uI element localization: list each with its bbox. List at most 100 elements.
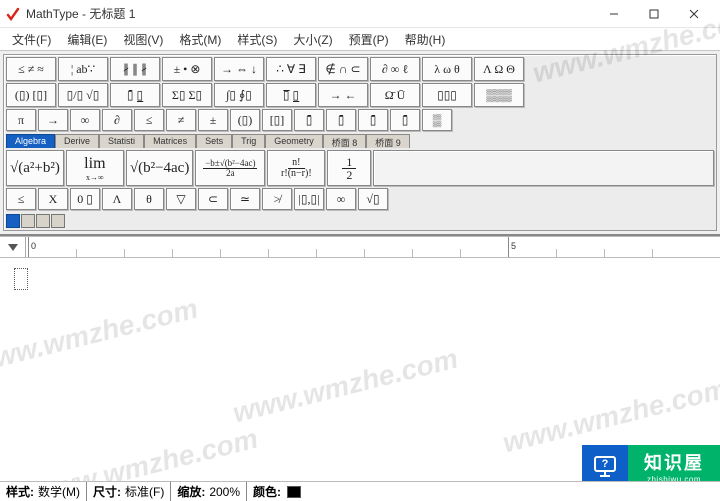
fav-bracket[interactable]: [▯] bbox=[262, 109, 292, 131]
r5-sub[interactable]: ⊂ bbox=[198, 188, 228, 210]
tab-geometry[interactable]: Geometry bbox=[265, 134, 323, 148]
mini-tab-3[interactable] bbox=[36, 214, 50, 228]
fav-inf[interactable]: ∞ bbox=[70, 109, 100, 131]
expr-half[interactable]: 1 2 bbox=[327, 150, 371, 186]
mini-tab-4[interactable] bbox=[51, 214, 65, 228]
tab-sets[interactable]: Sets bbox=[196, 134, 232, 148]
menu-view[interactable]: 视图(V) bbox=[115, 29, 171, 50]
palette-row-3: π → ∞ ∂ ≤ ≠ ± (▯) [▯] ▯̄ ▯̄ ▯̄ ▯̄ ▒ bbox=[6, 109, 714, 131]
status-zoom[interactable]: 缩放: 200% bbox=[171, 482, 247, 501]
fav-pi[interactable]: π bbox=[6, 109, 36, 131]
r5-zero[interactable]: 0 ▯ bbox=[70, 188, 100, 210]
tmpl-integral[interactable]: ∫▯ ∮▯ bbox=[214, 83, 264, 107]
menu-edit[interactable]: 编辑(E) bbox=[59, 29, 115, 50]
ruler-tick bbox=[220, 249, 221, 257]
palette-row-2: (▯) [▯] ▯/▯ √▯ ▯̄ ▯̲ Σ▯ Σ▯ ∫▯ ∮▯ ▯̅ ▯̲ →… bbox=[6, 83, 714, 107]
mini-tab-1[interactable] bbox=[6, 214, 20, 228]
tab-matrices[interactable]: Matrices bbox=[144, 134, 196, 148]
r5-x[interactable]: X bbox=[38, 188, 68, 210]
menu-format[interactable]: 格式(M) bbox=[171, 29, 229, 50]
insertion-slot[interactable] bbox=[14, 268, 28, 290]
app-window: MathType - 无标题 1 文件(F) 编辑(E) 视图(V) 格式(M)… bbox=[0, 0, 720, 501]
fav-le[interactable]: ≤ bbox=[134, 109, 164, 131]
minimize-button[interactable] bbox=[594, 1, 634, 27]
fav-sup1[interactable]: ▯̄ bbox=[294, 109, 324, 131]
math-text: lim bbox=[84, 155, 105, 173]
menu-help[interactable]: 帮助(H) bbox=[397, 29, 454, 50]
menu-size[interactable]: 大小(Z) bbox=[285, 29, 340, 50]
ruler-tick bbox=[556, 249, 557, 257]
title-bar: MathType - 无标题 1 bbox=[0, 0, 720, 28]
fav-arrow[interactable]: → bbox=[38, 109, 68, 131]
menu-bar: 文件(F) 编辑(E) 视图(V) 格式(M) 样式(S) 大小(Z) 预置(P… bbox=[0, 28, 720, 50]
expr-disc[interactable]: √(b²−4ac) bbox=[126, 150, 194, 186]
ruler-scale[interactable] bbox=[26, 237, 720, 257]
r5-ngtr[interactable]: ≯ bbox=[262, 188, 292, 210]
ruler-origin[interactable] bbox=[0, 237, 26, 257]
r5-root[interactable]: √▯ bbox=[358, 188, 388, 210]
tmpl-prod-set[interactable]: Ω̄ Ū bbox=[370, 83, 420, 107]
fav-sup2[interactable]: ▯̄ bbox=[326, 109, 356, 131]
sym-logic[interactable]: ∴ ∀ ∃ bbox=[266, 57, 316, 81]
tmpl-overbar[interactable]: ▯̅ ▯̲ bbox=[266, 83, 316, 107]
expr-pythag[interactable]: √(a²+b²) bbox=[6, 150, 64, 186]
tab-trig[interactable]: Trig bbox=[232, 134, 265, 148]
sym-greek-upper[interactable]: Λ Ω Θ bbox=[474, 57, 524, 81]
sym-embellish[interactable]: ∦ ∥ ∦ bbox=[110, 57, 160, 81]
expr-empty[interactable] bbox=[373, 150, 714, 186]
frac-den: r!(n−r)! bbox=[281, 169, 312, 179]
fav-partial[interactable]: ∂ bbox=[102, 109, 132, 131]
fav-ne[interactable]: ≠ bbox=[166, 109, 196, 131]
toolbar-area: ≤ ≠ ≈ ¦ ab∵ ∦ ∥ ∦ ± • ⊗ → ⇔ ↓ ∴ ∀ ∃ ∉ ∩ … bbox=[0, 50, 720, 236]
r5-inf[interactable]: ∞ bbox=[326, 188, 356, 210]
ruler-tick-0 bbox=[28, 237, 29, 257]
fav-paren[interactable]: (▯) bbox=[230, 109, 260, 131]
maximize-button[interactable] bbox=[634, 1, 674, 27]
fav-pm[interactable]: ± bbox=[198, 109, 228, 131]
r5-theta[interactable]: θ bbox=[134, 188, 164, 210]
tmpl-fences[interactable]: (▯) [▯] bbox=[6, 83, 56, 107]
sym-greek-lower[interactable]: λ ω θ bbox=[422, 57, 472, 81]
menu-file[interactable]: 文件(F) bbox=[4, 29, 59, 50]
ruler-tick bbox=[316, 249, 317, 257]
expr-binom[interactable]: n! r!(n−r)! bbox=[267, 150, 325, 186]
tab-extra-8[interactable]: 桥面 8 bbox=[323, 134, 367, 148]
tmpl-boxes[interactable]: ▒▒▒ bbox=[474, 83, 524, 107]
tmpl-frac-root[interactable]: ▯/▯ √▯ bbox=[58, 83, 108, 107]
r5-det[interactable]: |▯,▯| bbox=[294, 188, 324, 210]
fav-sup3[interactable]: ▯̄ bbox=[358, 109, 388, 131]
tmpl-sum[interactable]: Σ▯ Σ▯ bbox=[162, 83, 212, 107]
ruler-tick bbox=[268, 249, 269, 257]
fav-grid[interactable]: ▒ bbox=[422, 109, 452, 131]
close-button[interactable] bbox=[674, 1, 714, 27]
tmpl-labeled-arrow[interactable]: → ← bbox=[318, 83, 368, 107]
menu-style[interactable]: 样式(S) bbox=[229, 29, 285, 50]
r5-land[interactable]: Λ bbox=[102, 188, 132, 210]
tab-algebra[interactable]: Algebra bbox=[6, 134, 55, 148]
sym-set[interactable]: ∉ ∩ ⊂ bbox=[318, 57, 368, 81]
math-text: √(a²+b²) bbox=[10, 160, 60, 177]
sym-arrows[interactable]: → ⇔ ↓ bbox=[214, 57, 264, 81]
sym-misc[interactable]: ∂ ∞ ℓ bbox=[370, 57, 420, 81]
menu-prefs[interactable]: 预置(P) bbox=[341, 29, 397, 50]
tab-derive[interactable]: Derive bbox=[55, 134, 99, 148]
tab-statisti[interactable]: Statisti bbox=[99, 134, 144, 148]
sym-spaces[interactable]: ¦ ab∵ bbox=[58, 57, 108, 81]
tab-extra-9[interactable]: 桥面 9 bbox=[366, 134, 410, 148]
fav-sup4[interactable]: ▯̄ bbox=[390, 109, 420, 131]
r5-nabla[interactable]: ▽ bbox=[166, 188, 196, 210]
math-sub: x→∞ bbox=[86, 173, 104, 182]
status-size[interactable]: 尺寸: 标准(F) bbox=[87, 482, 171, 501]
tmpl-sub-sup[interactable]: ▯̄ ▯̲ bbox=[110, 83, 160, 107]
status-color-label: 颜色: bbox=[253, 483, 281, 500]
status-color[interactable]: 颜色: bbox=[247, 482, 307, 501]
expr-quadratic[interactable]: −b±√(b²−4ac) 2a bbox=[195, 150, 265, 186]
sym-operators[interactable]: ± • ⊗ bbox=[162, 57, 212, 81]
status-style[interactable]: 样式: 数学(M) bbox=[0, 482, 87, 501]
r5-le[interactable]: ≤ bbox=[6, 188, 36, 210]
sym-relational[interactable]: ≤ ≠ ≈ bbox=[6, 57, 56, 81]
mini-tab-2[interactable] bbox=[21, 214, 35, 228]
tmpl-matrix[interactable]: ▯▯▯ bbox=[422, 83, 472, 107]
expr-limit[interactable]: lim x→∞ bbox=[66, 150, 124, 186]
r5-sim[interactable]: ≃ bbox=[230, 188, 260, 210]
